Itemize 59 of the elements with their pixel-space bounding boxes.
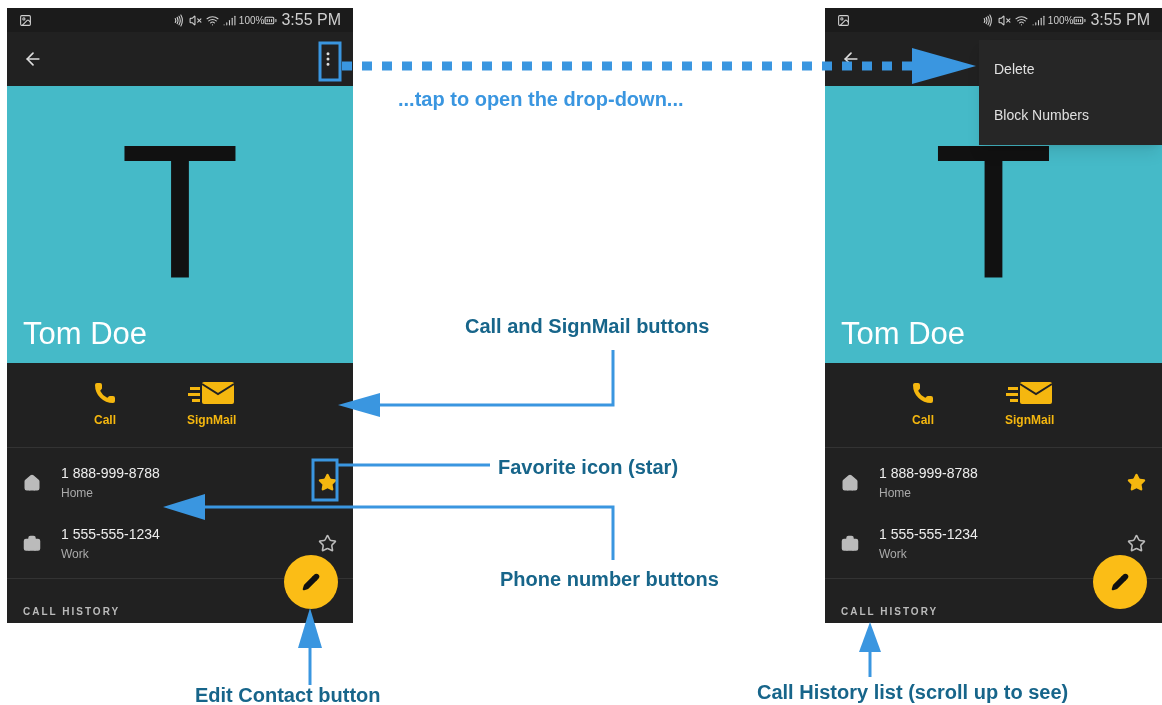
signmail-button[interactable]: SignMail [1005, 381, 1055, 429]
battery-percent: 100% [238, 13, 265, 28]
section-heading: CALL HISTORY [841, 605, 939, 619]
section-heading: CALL HISTORY [23, 605, 121, 619]
image-icon [19, 13, 32, 27]
wifi-icon [1014, 13, 1028, 27]
phone-number: 1 555-555-1234 [61, 525, 161, 544]
phone-number-row[interactable]: 1 555-555-1234 Work [825, 513, 1162, 574]
favorite-star-icon[interactable] [318, 534, 337, 553]
clock: 3:55 PM [1090, 10, 1150, 30]
call-button[interactable]: Call [93, 381, 117, 429]
contact-name: Tom Doe [22, 316, 149, 353]
favorite-star-icon[interactable] [1127, 473, 1146, 492]
phone-icon [911, 381, 935, 405]
phone-type: Work [61, 546, 90, 563]
phone-number: 1 888-999-8788 [879, 464, 979, 483]
phone-type: Home [61, 485, 94, 502]
contact-initial: T [125, 116, 235, 316]
wifi-icon [205, 13, 219, 27]
edit-contact-button[interactable] [1093, 555, 1147, 609]
phone-icon [93, 381, 117, 405]
image-icon [837, 13, 850, 27]
call-button[interactable]: Call [911, 381, 935, 429]
clock: 3:55 PM [281, 10, 341, 30]
phone-number: 1 888-999-8788 [61, 464, 161, 483]
pencil-icon [302, 573, 320, 591]
callout-label: Call History list (scroll up to see) [757, 680, 1069, 705]
mute-icon [188, 13, 202, 27]
pointer-arrow [859, 622, 881, 677]
phone-number: 1 555-555-1234 [879, 525, 979, 544]
home-icon [23, 473, 41, 492]
home-icon [841, 473, 859, 492]
phone-type: Work [879, 546, 908, 563]
favorite-star-icon[interactable] [318, 473, 337, 492]
mute-icon [997, 13, 1011, 27]
highlight-frame [311, 458, 339, 502]
signal-icon [222, 13, 236, 27]
menu-item[interactable]: Delete [979, 46, 1162, 92]
callout-label: Edit Contact button [195, 683, 381, 705]
callout-label: Call and SignMail buttons [465, 314, 710, 339]
highlight-frame [318, 41, 342, 82]
signal-icon [1031, 13, 1045, 27]
callout-label: ...tap to open the drop-down... [398, 87, 684, 112]
envelope-icon [187, 381, 236, 405]
contact-name: Tom Doe [840, 316, 967, 353]
pencil-icon [1111, 573, 1129, 591]
phone-number-row[interactable]: 1 888-999-8788 Home [7, 452, 353, 513]
callout-label: Phone number buttons [500, 567, 719, 592]
phone-number-row[interactable]: 1 888-999-8788 Home [825, 452, 1162, 513]
favorite-star-icon[interactable] [1127, 534, 1146, 553]
signmail-button[interactable]: SignMail [187, 381, 237, 429]
briefcase-icon [23, 534, 41, 553]
briefcase-icon [841, 534, 859, 553]
phone-number-row[interactable]: 1 555-555-1234 Work [7, 513, 353, 574]
callout-label: Favorite icon (star) [498, 455, 679, 480]
phone-type: Home [879, 485, 912, 502]
battery-percent: 100% [1047, 13, 1074, 28]
envelope-icon [1005, 381, 1054, 405]
edit-contact-button[interactable] [284, 555, 338, 609]
